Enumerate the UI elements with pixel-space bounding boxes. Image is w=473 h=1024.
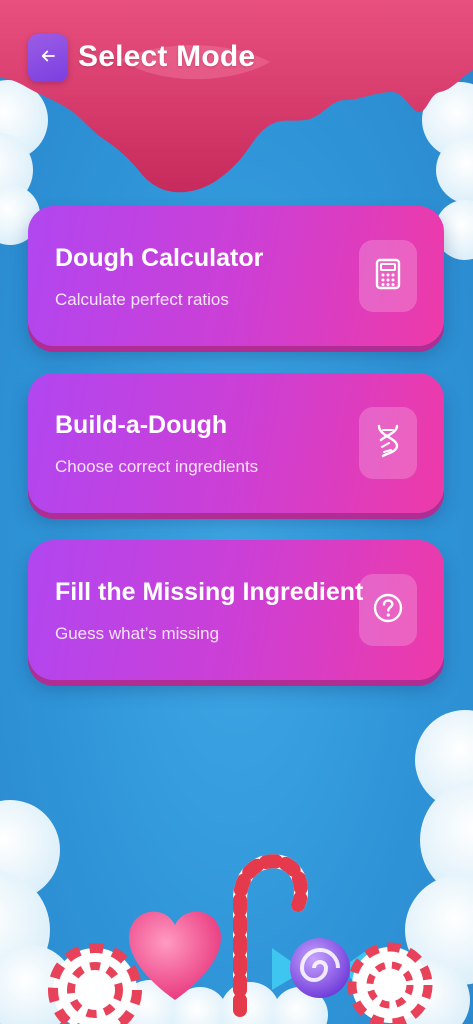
calculator-icon <box>375 258 401 295</box>
mode-icon-badge <box>359 407 417 479</box>
page-title: Select Mode <box>78 40 256 73</box>
mode-subtitle: Guess what’s missing <box>55 624 220 643</box>
lollipop-decoration <box>48 943 142 1024</box>
mode-card-build-a-dough[interactable]: Build-a-Dough Choose correct ingredients <box>28 373 444 513</box>
arrow-left-icon <box>39 47 57 70</box>
dna-icon <box>375 424 401 463</box>
mode-title: Build-a-Dough <box>55 411 228 439</box>
back-button[interactable] <box>28 34 68 82</box>
mode-icon-badge <box>359 240 417 312</box>
mode-card-fill-missing-ingredient[interactable]: Fill the Missing Ingredient Guess what’s… <box>28 540 444 680</box>
mode-title: Dough Calculator <box>55 244 264 272</box>
mode-subtitle: Choose correct ingredients <box>55 457 259 476</box>
mode-subtitle: Calculate perfect ratios <box>55 290 229 309</box>
mode-icon-badge <box>359 574 417 646</box>
mode-title: Fill the Missing Ingredient <box>55 578 364 606</box>
mode-card-dough-calculator[interactable]: Dough Calculator Calculate perfect ratio… <box>28 206 444 346</box>
question-circle-icon <box>372 592 404 629</box>
header: Select Mode <box>0 0 473 120</box>
